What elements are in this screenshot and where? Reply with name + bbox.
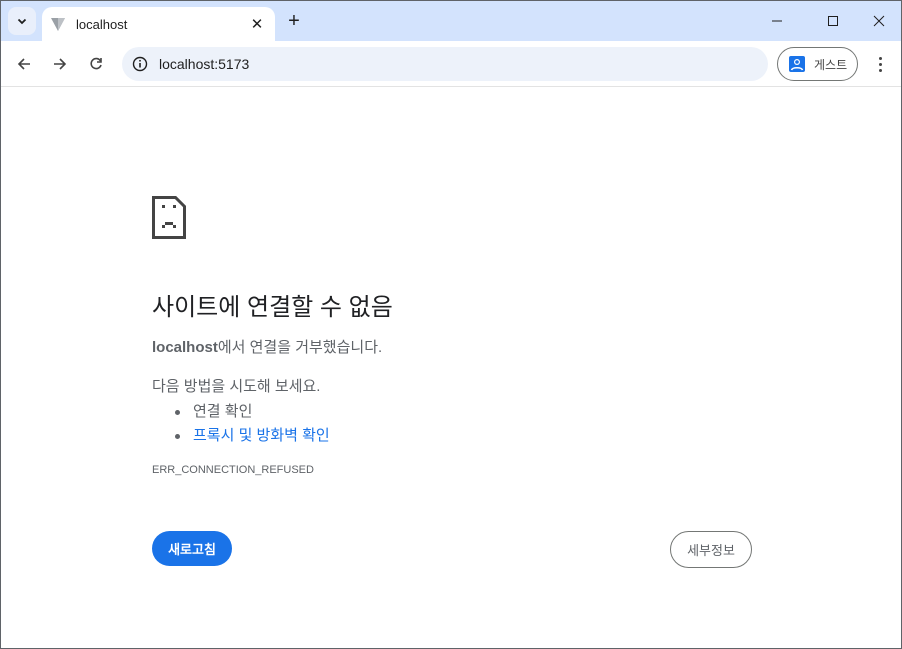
guest-avatar-icon <box>789 56 805 72</box>
maximize-button[interactable] <box>819 7 847 35</box>
check-proxy-firewall-link[interactable]: 프록시 및 방화벽 확인 <box>193 427 330 444</box>
favicon-icon <box>51 18 65 31</box>
toolbar: localhost:5173 게스트 <box>1 41 901 87</box>
dot-icon <box>878 56 882 60</box>
minimize-button[interactable] <box>763 7 791 35</box>
dot-icon <box>878 62 882 66</box>
more-menu-button[interactable] <box>867 50 893 78</box>
error-message-text: 에서 연결을 거부했습니다. <box>217 339 383 356</box>
maximize-icon <box>828 16 838 26</box>
site-info-icon[interactable] <box>130 54 150 74</box>
back-button[interactable] <box>10 50 38 78</box>
tab-title: localhost <box>76 16 128 32</box>
error-content: 사이트에 연결할 수 없음 localhost에서 연결을 거부했습니다. 다음… <box>152 196 752 476</box>
reload-icon <box>90 57 102 70</box>
tab-close-icon[interactable]: ✕ <box>247 14 267 34</box>
tab-search-button[interactable] <box>8 7 36 35</box>
tab-strip: localhost ✕ + <box>1 1 901 41</box>
error-code: ERR_CONNECTION_REFUSED <box>152 464 314 476</box>
arrow-left-icon <box>17 58 30 70</box>
tab-localhost[interactable]: localhost ✕ <box>42 7 275 41</box>
details-button[interactable]: 세부정보 <box>670 531 752 568</box>
suggestion-check-proxy-firewall: 프록시 및 방화벽 확인 <box>175 424 752 448</box>
minimize-icon <box>772 20 782 22</box>
error-host: localhost <box>152 339 218 356</box>
profile-label: 게스트 <box>814 57 848 72</box>
close-icon <box>873 15 885 27</box>
address-bar[interactable]: localhost:5173 <box>122 47 768 81</box>
forward-button[interactable] <box>46 50 74 78</box>
suggestion-check-connection: 연결 확인 <box>175 400 752 424</box>
error-message: localhost에서 연결을 거부했습니다. <box>152 336 752 357</box>
reload-button[interactable]: 새로고침 <box>152 531 232 566</box>
chevron-down-icon <box>17 18 27 25</box>
try-label: 다음 방법을 시도해 보세요. <box>152 378 321 395</box>
suggestion-list: 연결 확인 프록시 및 방화벽 확인 <box>152 400 752 448</box>
close-window-button[interactable] <box>865 7 893 35</box>
reload-toolbar-button[interactable] <box>82 50 110 78</box>
error-title: 사이트에 연결할 수 없음 <box>152 294 393 321</box>
dot-icon <box>878 68 882 72</box>
new-tab-button[interactable]: + <box>283 10 305 32</box>
sad-page-icon <box>152 196 186 239</box>
arrow-right-icon <box>54 58 67 70</box>
profile-button[interactable]: 게스트 <box>777 47 858 81</box>
url-text: localhost:5173 <box>159 56 250 72</box>
